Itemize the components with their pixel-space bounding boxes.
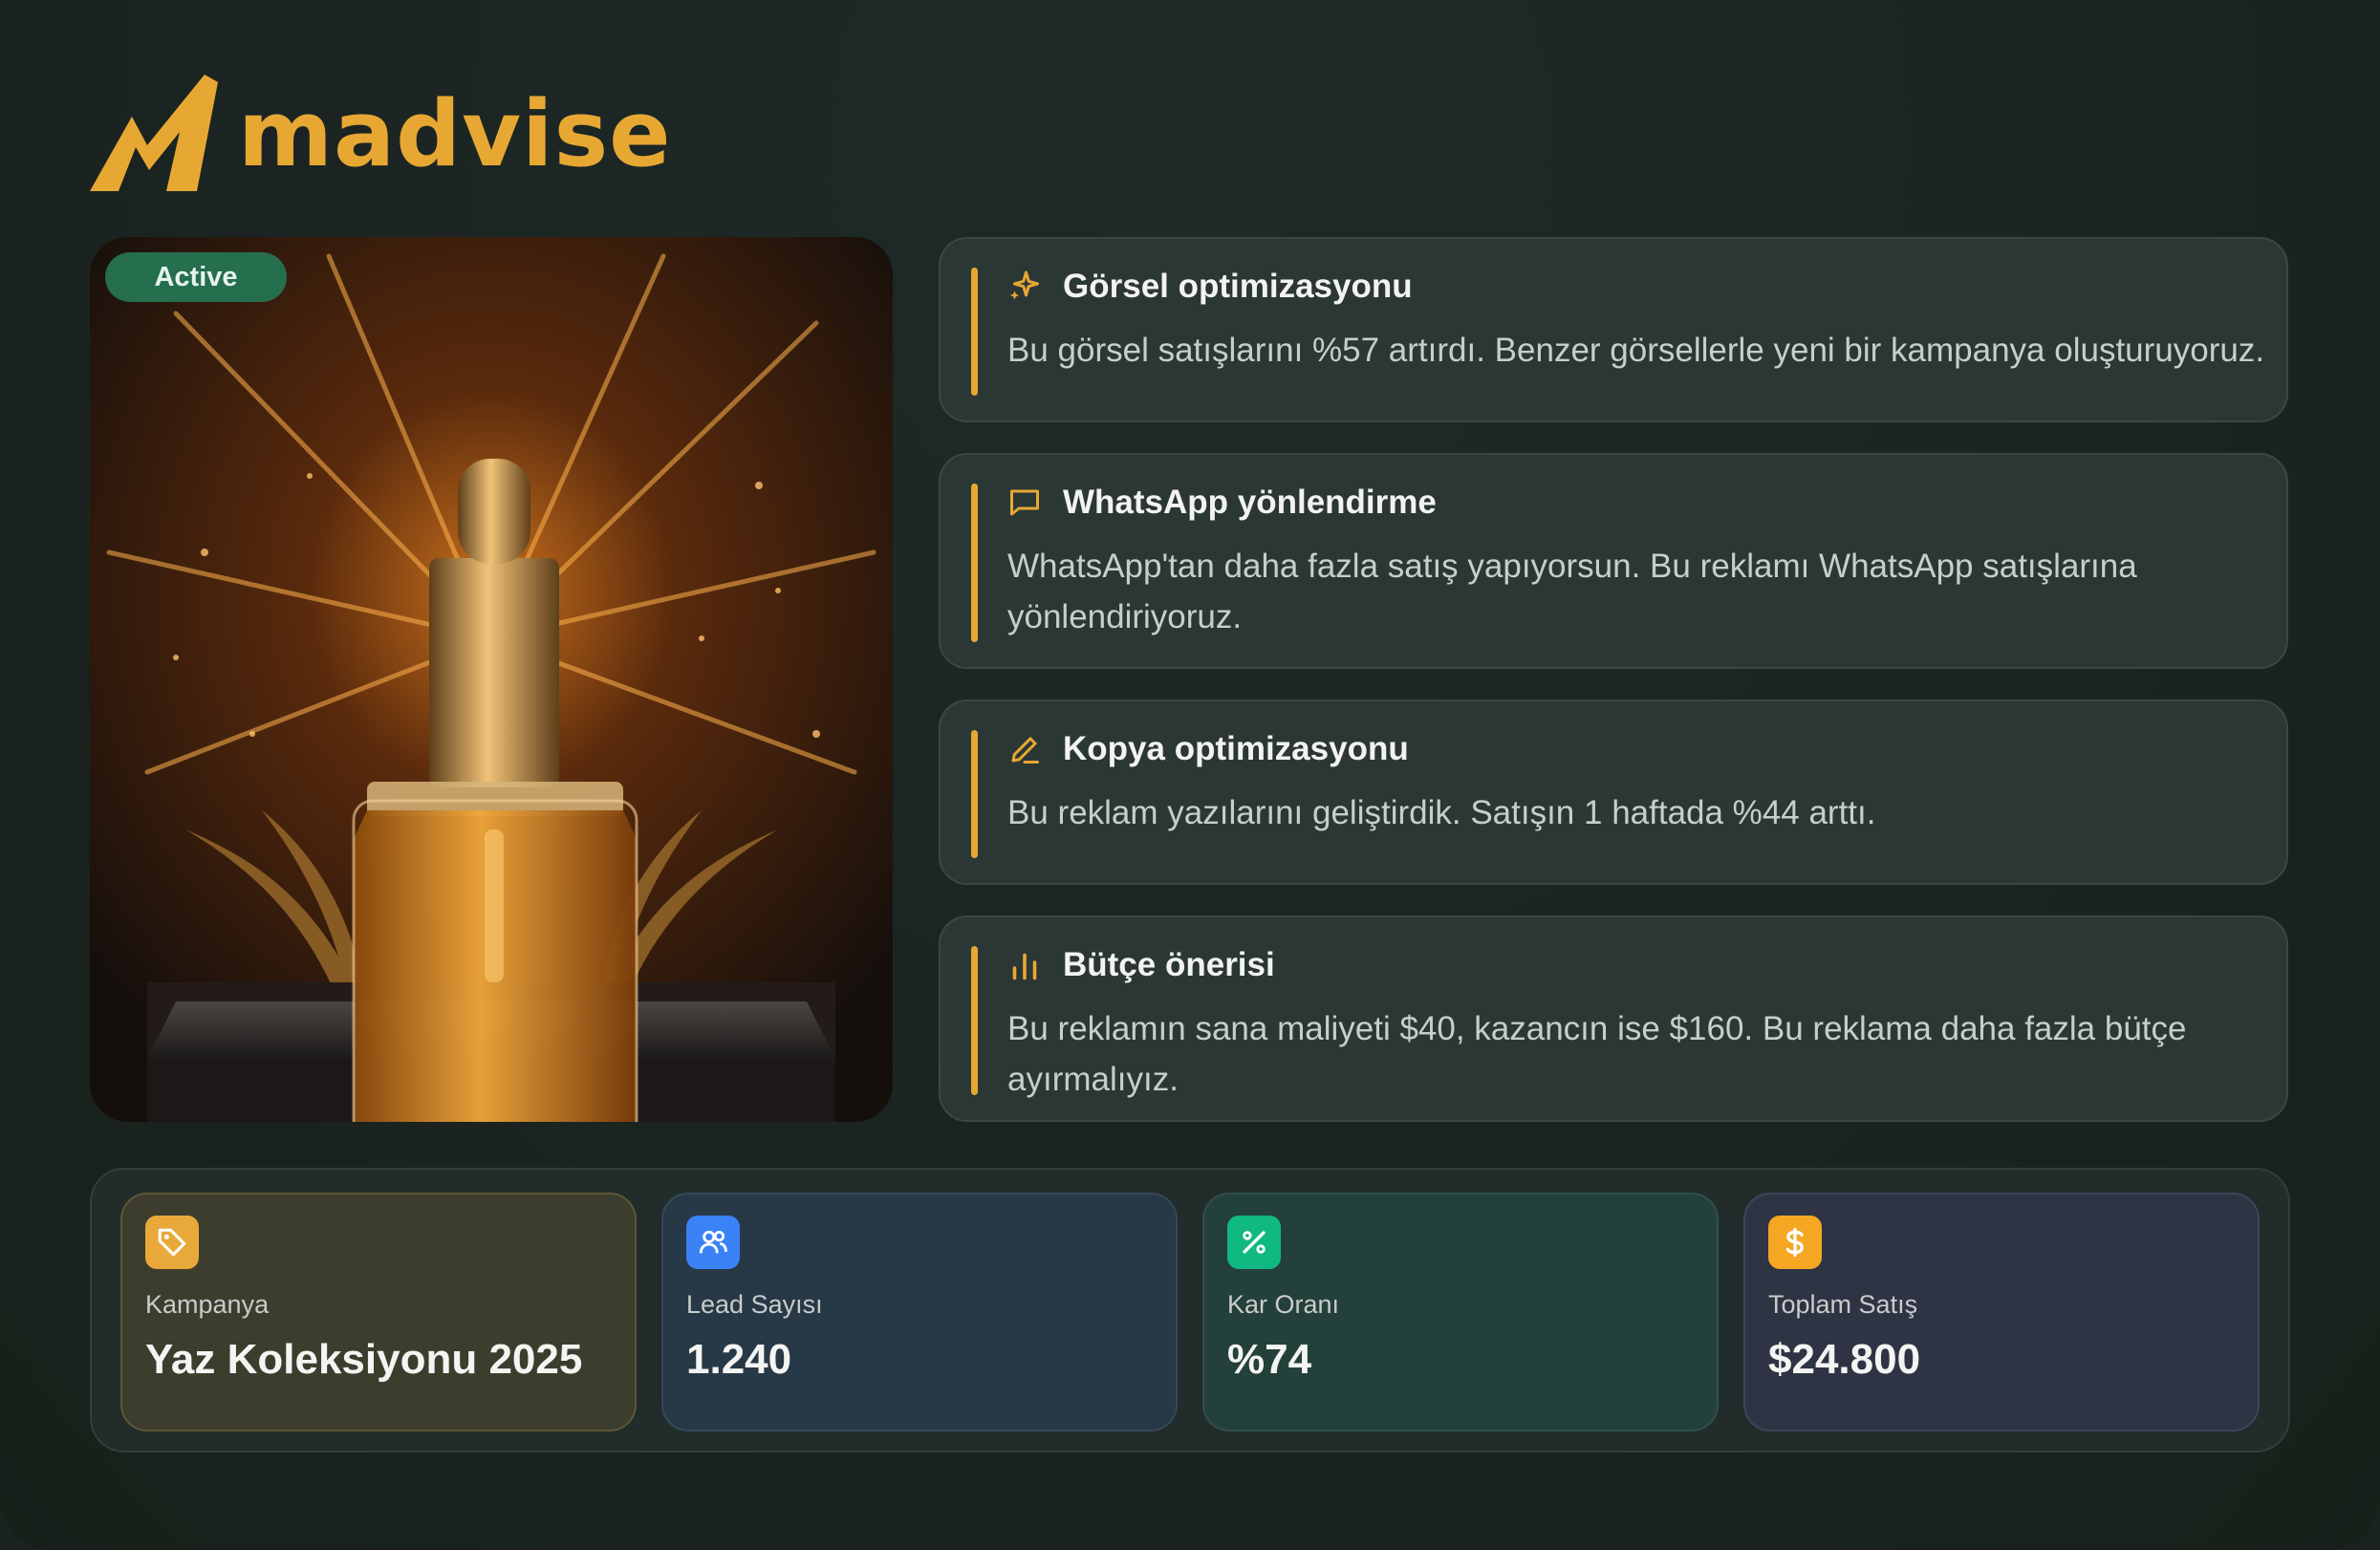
- tag-icon: [145, 1216, 199, 1269]
- stat-card-total-sales[interactable]: Toplam Satış $24.800: [1743, 1193, 2260, 1432]
- status-badge: Active: [105, 252, 287, 302]
- insight-title: Kopya optimizasyonu: [1063, 730, 1409, 767]
- stat-card-profit-rate[interactable]: Kar Oranı %74: [1202, 1193, 1719, 1432]
- stat-value: Yaz Koleksiyonu 2025: [145, 1336, 583, 1383]
- insight-title: Görsel optimizasyonu: [1063, 268, 1413, 305]
- stat-value: 1.240: [686, 1336, 792, 1383]
- stat-value: $24.800: [1768, 1336, 1921, 1383]
- bar-chart-icon: [1012, 953, 1037, 980]
- serum-bottle-image: [90, 237, 893, 1122]
- stat-value: %74: [1227, 1336, 1312, 1383]
- product-image-card[interactable]: Active: [90, 237, 893, 1122]
- sparkles-icon: [1010, 270, 1039, 300]
- accent-bar: [971, 946, 978, 1095]
- madvise-logo-icon: [90, 75, 218, 191]
- dollar-icon: [1768, 1216, 1822, 1269]
- app-frame: madvise Active Görsel optimizasyonu Bu g…: [0, 0, 2380, 1550]
- stat-label: Toplam Satış: [1768, 1290, 1918, 1319]
- stat-label: Kampanya: [145, 1290, 270, 1319]
- message-icon: [1010, 489, 1039, 516]
- insight-body: Bu görsel satışlarını %57 artırdı. Benze…: [1007, 332, 2265, 369]
- accent-bar: [971, 730, 978, 858]
- insight-card-whatsapp-routing[interactable]: WhatsApp yönlendirme WhatsApp'tan daha f…: [939, 453, 2288, 669]
- insight-title: WhatsApp yönlendirme: [1063, 484, 1437, 521]
- insight-card-budget-suggestion[interactable]: Bütçe önerisi Bu reklamın sana maliyeti …: [939, 915, 2288, 1122]
- stat-label: Kar Oranı: [1227, 1290, 1340, 1319]
- insight-title: Bütçe önerisi: [1063, 946, 1275, 983]
- insight-card-copy-optimization[interactable]: Kopya optimizasyonu Bu reklam yazılarını…: [939, 700, 2288, 885]
- brand-logo[interactable]: madvise: [90, 73, 672, 197]
- stats-panel: Kampanya Yaz Koleksiyonu 2025 Lead Sayıs…: [90, 1168, 2290, 1453]
- stat-card-campaign[interactable]: Kampanya Yaz Koleksiyonu 2025: [120, 1193, 637, 1432]
- insight-body: Bu reklam yazılarını geliştirdik. Satışı…: [1007, 794, 1876, 831]
- accent-bar: [971, 268, 978, 396]
- insight-body: WhatsApp'tan daha fazla satış yapıyorsun…: [1007, 548, 2137, 635]
- pencil-icon: [1011, 737, 1039, 764]
- insight-card-image-optimization[interactable]: Görsel optimizasyonu Bu görsel satışları…: [939, 237, 2288, 422]
- stat-card-leads[interactable]: Lead Sayısı 1.240: [661, 1193, 1178, 1432]
- percent-icon: [1227, 1216, 1281, 1269]
- accent-bar: [971, 484, 978, 642]
- stat-label: Lead Sayısı: [686, 1290, 823, 1319]
- brand-name: madvise: [238, 81, 672, 187]
- insight-body: Bu reklamın sana maliyeti $40, kazancın …: [1007, 1010, 2187, 1098]
- users-icon: [686, 1216, 740, 1269]
